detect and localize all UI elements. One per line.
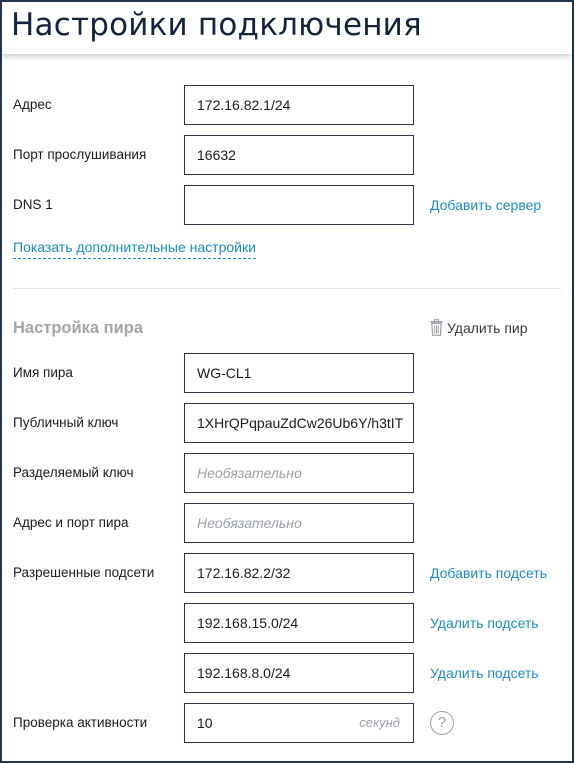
keepalive-label: Проверка активности (13, 715, 148, 730)
listen-port-input[interactable] (185, 136, 411, 174)
public-key-row: Публичный ключ (2, 403, 572, 443)
keepalive-field-box: секунд (184, 703, 414, 743)
preshared-key-field-box (184, 453, 414, 493)
connection-settings-window: Настройки подключения Адрес Порт прослуш… (0, 0, 574, 763)
dns1-field-box (184, 185, 414, 225)
endpoint-row: Адрес и порт пира (2, 503, 572, 543)
allowed-ips-row: Разрешенные подсети Добавить подсеть (2, 553, 572, 593)
help-icon[interactable]: ? (430, 711, 454, 735)
dns1-input[interactable] (185, 186, 411, 224)
page-header: Настройки подключения (2, 2, 572, 54)
endpoint-field-box (184, 503, 414, 543)
address-input[interactable] (185, 86, 411, 124)
remove-subnet-link[interactable]: Удалить подсеть (430, 653, 539, 693)
peer-section-title: Настройка пира (13, 319, 144, 337)
peer-name-field-box (184, 353, 414, 393)
allowed-ip-input[interactable] (185, 654, 411, 692)
allowed-ips-label: Разрешенные подсети (13, 565, 155, 580)
public-key-field-box (184, 403, 414, 443)
address-label: Адрес (13, 97, 52, 112)
peer-name-row: Имя пира (2, 353, 572, 393)
peer-name-input[interactable] (185, 354, 411, 392)
page-title: Настройки подключения (11, 7, 422, 43)
endpoint-input[interactable] (185, 504, 411, 542)
remove-subnet-link[interactable]: Удалить подсеть (430, 603, 539, 643)
public-key-label: Публичный ключ (13, 415, 119, 430)
address-row: Адрес (2, 85, 572, 125)
allowed-ip-input[interactable] (185, 554, 411, 592)
address-field-box (184, 85, 414, 125)
preshared-key-input[interactable] (185, 454, 411, 492)
listen-port-label: Порт прослушивания (13, 147, 147, 162)
listen-port-field-box (184, 135, 414, 175)
listen-port-row: Порт прослушивания (2, 135, 572, 175)
section-divider (13, 288, 561, 289)
allowed-ip-field-box (184, 553, 414, 593)
trash-icon (430, 318, 443, 336)
allowed-ip-input[interactable] (185, 604, 411, 642)
add-server-link[interactable]: Добавить сервер (430, 185, 541, 225)
preshared-key-label: Разделяемый ключ (13, 465, 134, 480)
dns1-label: DNS 1 (13, 197, 53, 212)
remove-peer-button[interactable]: Удалить пир (430, 318, 528, 336)
allowed-ips-row: Удалить подсеть (2, 653, 572, 693)
preshared-key-row: Разделяемый ключ (2, 453, 572, 493)
keepalive-unit: секунд (359, 715, 400, 730)
add-subnet-link[interactable]: Добавить подсеть (430, 553, 547, 593)
allowed-ips-row: Удалить подсеть (2, 603, 572, 643)
allowed-ip-field-box (184, 603, 414, 643)
show-advanced-settings-link[interactable]: Показать дополнительные настройки (13, 239, 256, 259)
endpoint-label: Адрес и порт пира (13, 515, 129, 530)
dns1-row: DNS 1 Добавить сервер (2, 185, 572, 225)
peer-name-label: Имя пира (13, 365, 73, 380)
remove-peer-label: Удалить пир (447, 320, 528, 336)
allowed-ip-field-box (184, 653, 414, 693)
public-key-input[interactable] (185, 404, 411, 442)
keepalive-row: Проверка активности секунд ? (2, 703, 572, 743)
